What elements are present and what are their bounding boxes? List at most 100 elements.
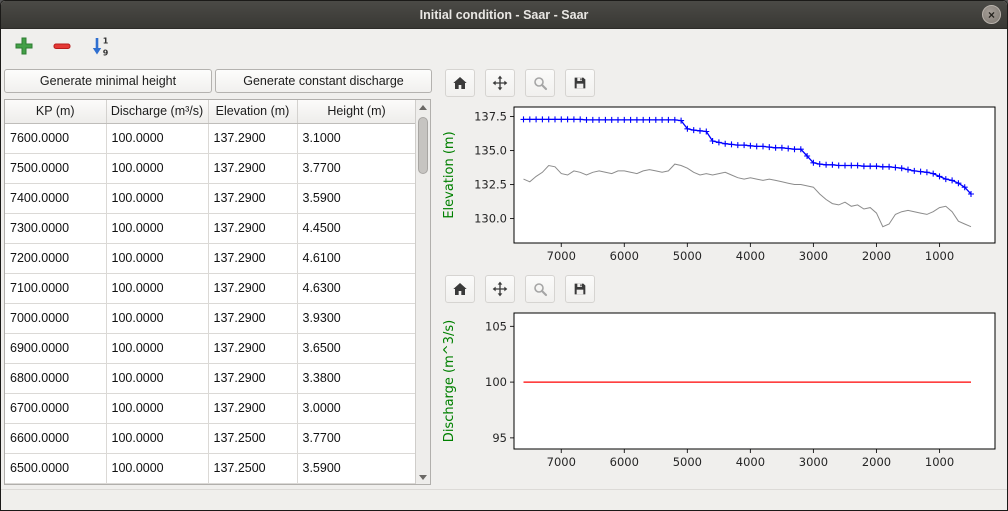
table-cell[interactable]: 100.0000	[106, 393, 208, 423]
table-cell[interactable]: 137.2900	[208, 123, 297, 153]
table-row: 7100.0000100.0000137.29004.6300	[5, 273, 416, 303]
close-button[interactable]: ×	[982, 5, 1001, 24]
table-cell[interactable]: 100.0000	[106, 363, 208, 393]
table-cell[interactable]: 6800.0000	[5, 363, 106, 393]
discharge-zoom-button[interactable]	[525, 275, 555, 303]
table-cell[interactable]: 3.3800	[297, 363, 416, 393]
table-cell[interactable]: 137.2900	[208, 363, 297, 393]
window-title: Initial condition - Saar - Saar	[420, 8, 589, 22]
table-cell[interactable]: 7600.0000	[5, 123, 106, 153]
svg-text:95: 95	[492, 431, 507, 445]
table-cell[interactable]: 7400.0000	[5, 183, 106, 213]
elevation-chart[interactable]: 7000600050004000300020001000130.0132.513…	[439, 99, 1005, 271]
elevation-zoom-button[interactable]	[525, 69, 555, 97]
table-cell[interactable]: 3.6500	[297, 333, 416, 363]
table-cell[interactable]: 137.2900	[208, 273, 297, 303]
svg-text:3000: 3000	[799, 455, 828, 469]
content-area: Generate minimal height Generate constan…	[1, 63, 1007, 489]
table-cell[interactable]: 137.2900	[208, 393, 297, 423]
table-row: 6600.0000100.0000137.25003.7700	[5, 423, 416, 453]
scrollbar-thumb[interactable]	[418, 117, 428, 174]
table-cell[interactable]: 100.0000	[106, 183, 208, 213]
titlebar[interactable]: Initial condition - Saar - Saar ×	[1, 1, 1007, 29]
sort-rows-button[interactable]: 1 9	[85, 32, 115, 60]
close-icon: ×	[988, 9, 995, 21]
table-cell[interactable]: 3.5900	[297, 453, 416, 483]
scrollbar-up-button[interactable]	[416, 100, 430, 114]
table-header-cell[interactable]: Height (m)	[297, 100, 416, 123]
elevation-pan-button[interactable]	[485, 69, 515, 97]
table-cell[interactable]: 137.2900	[208, 153, 297, 183]
save-icon	[572, 71, 588, 95]
table-cell[interactable]: 3.5900	[297, 183, 416, 213]
table-cell[interactable]: 137.2900	[208, 333, 297, 363]
left-panel: Generate minimal height Generate constan…	[1, 63, 435, 489]
table-cell[interactable]: 100.0000	[106, 423, 208, 453]
scrollbar-down-button[interactable]	[416, 470, 430, 484]
elevation-plot-toolbar	[437, 65, 1007, 99]
table-cell[interactable]: 137.2500	[208, 453, 297, 483]
table-cell[interactable]: 100.0000	[106, 303, 208, 333]
table-cell[interactable]: 4.4500	[297, 213, 416, 243]
table-cell[interactable]: 3.9300	[297, 303, 416, 333]
discharge-home-button[interactable]	[445, 275, 475, 303]
table-header-cell[interactable]: Elevation (m)	[208, 100, 297, 123]
table-row: 7400.0000100.0000137.29003.5900	[5, 183, 416, 213]
table-cell[interactable]: 7100.0000	[5, 273, 106, 303]
table-cell[interactable]: 4.6300	[297, 273, 416, 303]
elevation-home-button[interactable]	[445, 69, 475, 97]
table-cell[interactable]: 6900.0000	[5, 333, 106, 363]
table-header-cell[interactable]: KP (m)	[5, 100, 106, 123]
svg-text:135.0: 135.0	[474, 144, 507, 158]
svg-text:1000: 1000	[925, 249, 954, 263]
table-cell[interactable]: 100.0000	[106, 123, 208, 153]
table-cell[interactable]: 137.2900	[208, 243, 297, 273]
table-cell[interactable]: 137.2900	[208, 213, 297, 243]
table-cell[interactable]: 100.0000	[106, 453, 208, 483]
table-cell[interactable]: 137.2500	[208, 423, 297, 453]
table-cell[interactable]: 137.2900	[208, 183, 297, 213]
table-cell[interactable]: 3.7700	[297, 423, 416, 453]
table-cell[interactable]: 100.0000	[106, 333, 208, 363]
generate-constant-discharge-button[interactable]: Generate constant discharge	[215, 69, 432, 93]
table-cell[interactable]: 6500.0000	[5, 453, 106, 483]
table-cell[interactable]: 100.0000	[106, 273, 208, 303]
table-cell[interactable]: 7200.0000	[5, 243, 106, 273]
svg-text:1000: 1000	[925, 455, 954, 469]
table-cell[interactable]: 3.1000	[297, 123, 416, 153]
table-cell[interactable]: 7500.0000	[5, 153, 106, 183]
table-cell[interactable]: 100.0000	[106, 213, 208, 243]
table-row: 6900.0000100.0000137.29003.6500	[5, 333, 416, 363]
table-cell[interactable]: 100.0000	[106, 243, 208, 273]
table-cell[interactable]: 100.0000	[106, 153, 208, 183]
svg-text:132.5: 132.5	[474, 178, 507, 192]
discharge-chart[interactable]: 700060005000400030002000100095100105Disc…	[439, 305, 1005, 477]
remove-row-button[interactable]	[47, 32, 77, 60]
svg-text:1: 1	[103, 37, 109, 46]
table-row: 6700.0000100.0000137.29003.0000	[5, 393, 416, 423]
add-row-button[interactable]	[9, 32, 39, 60]
table-cell[interactable]: 137.2900	[208, 303, 297, 333]
svg-text:5000: 5000	[673, 249, 702, 263]
table-cell[interactable]: 6700.0000	[5, 393, 106, 423]
table-scrollbar[interactable]	[415, 100, 430, 484]
table-cell[interactable]: 3.7700	[297, 153, 416, 183]
elevation-save-button[interactable]	[565, 69, 595, 97]
table-header-cell[interactable]: Discharge (m³/s)	[106, 100, 208, 123]
table-cell[interactable]: 3.0000	[297, 393, 416, 423]
svg-text:Discharge (m^3/s): Discharge (m^3/s)	[442, 320, 457, 442]
table-cell[interactable]: 4.6100	[297, 243, 416, 273]
svg-text:Elevation (m): Elevation (m)	[442, 131, 457, 218]
discharge-pan-button[interactable]	[485, 275, 515, 303]
discharge-save-button[interactable]	[565, 275, 595, 303]
home-icon	[452, 277, 468, 301]
table-cell[interactable]: 7300.0000	[5, 213, 106, 243]
table-cell[interactable]: 7000.0000	[5, 303, 106, 333]
table-row: 7300.0000100.0000137.29004.4500	[5, 213, 416, 243]
table-cell[interactable]: 6600.0000	[5, 423, 106, 453]
generate-minimal-height-button[interactable]: Generate minimal height	[4, 69, 212, 93]
remove-icon	[51, 35, 73, 57]
table-row: 6500.0000100.0000137.25003.5900	[5, 453, 416, 483]
svg-text:9: 9	[103, 49, 109, 58]
svg-text:100: 100	[485, 375, 507, 389]
